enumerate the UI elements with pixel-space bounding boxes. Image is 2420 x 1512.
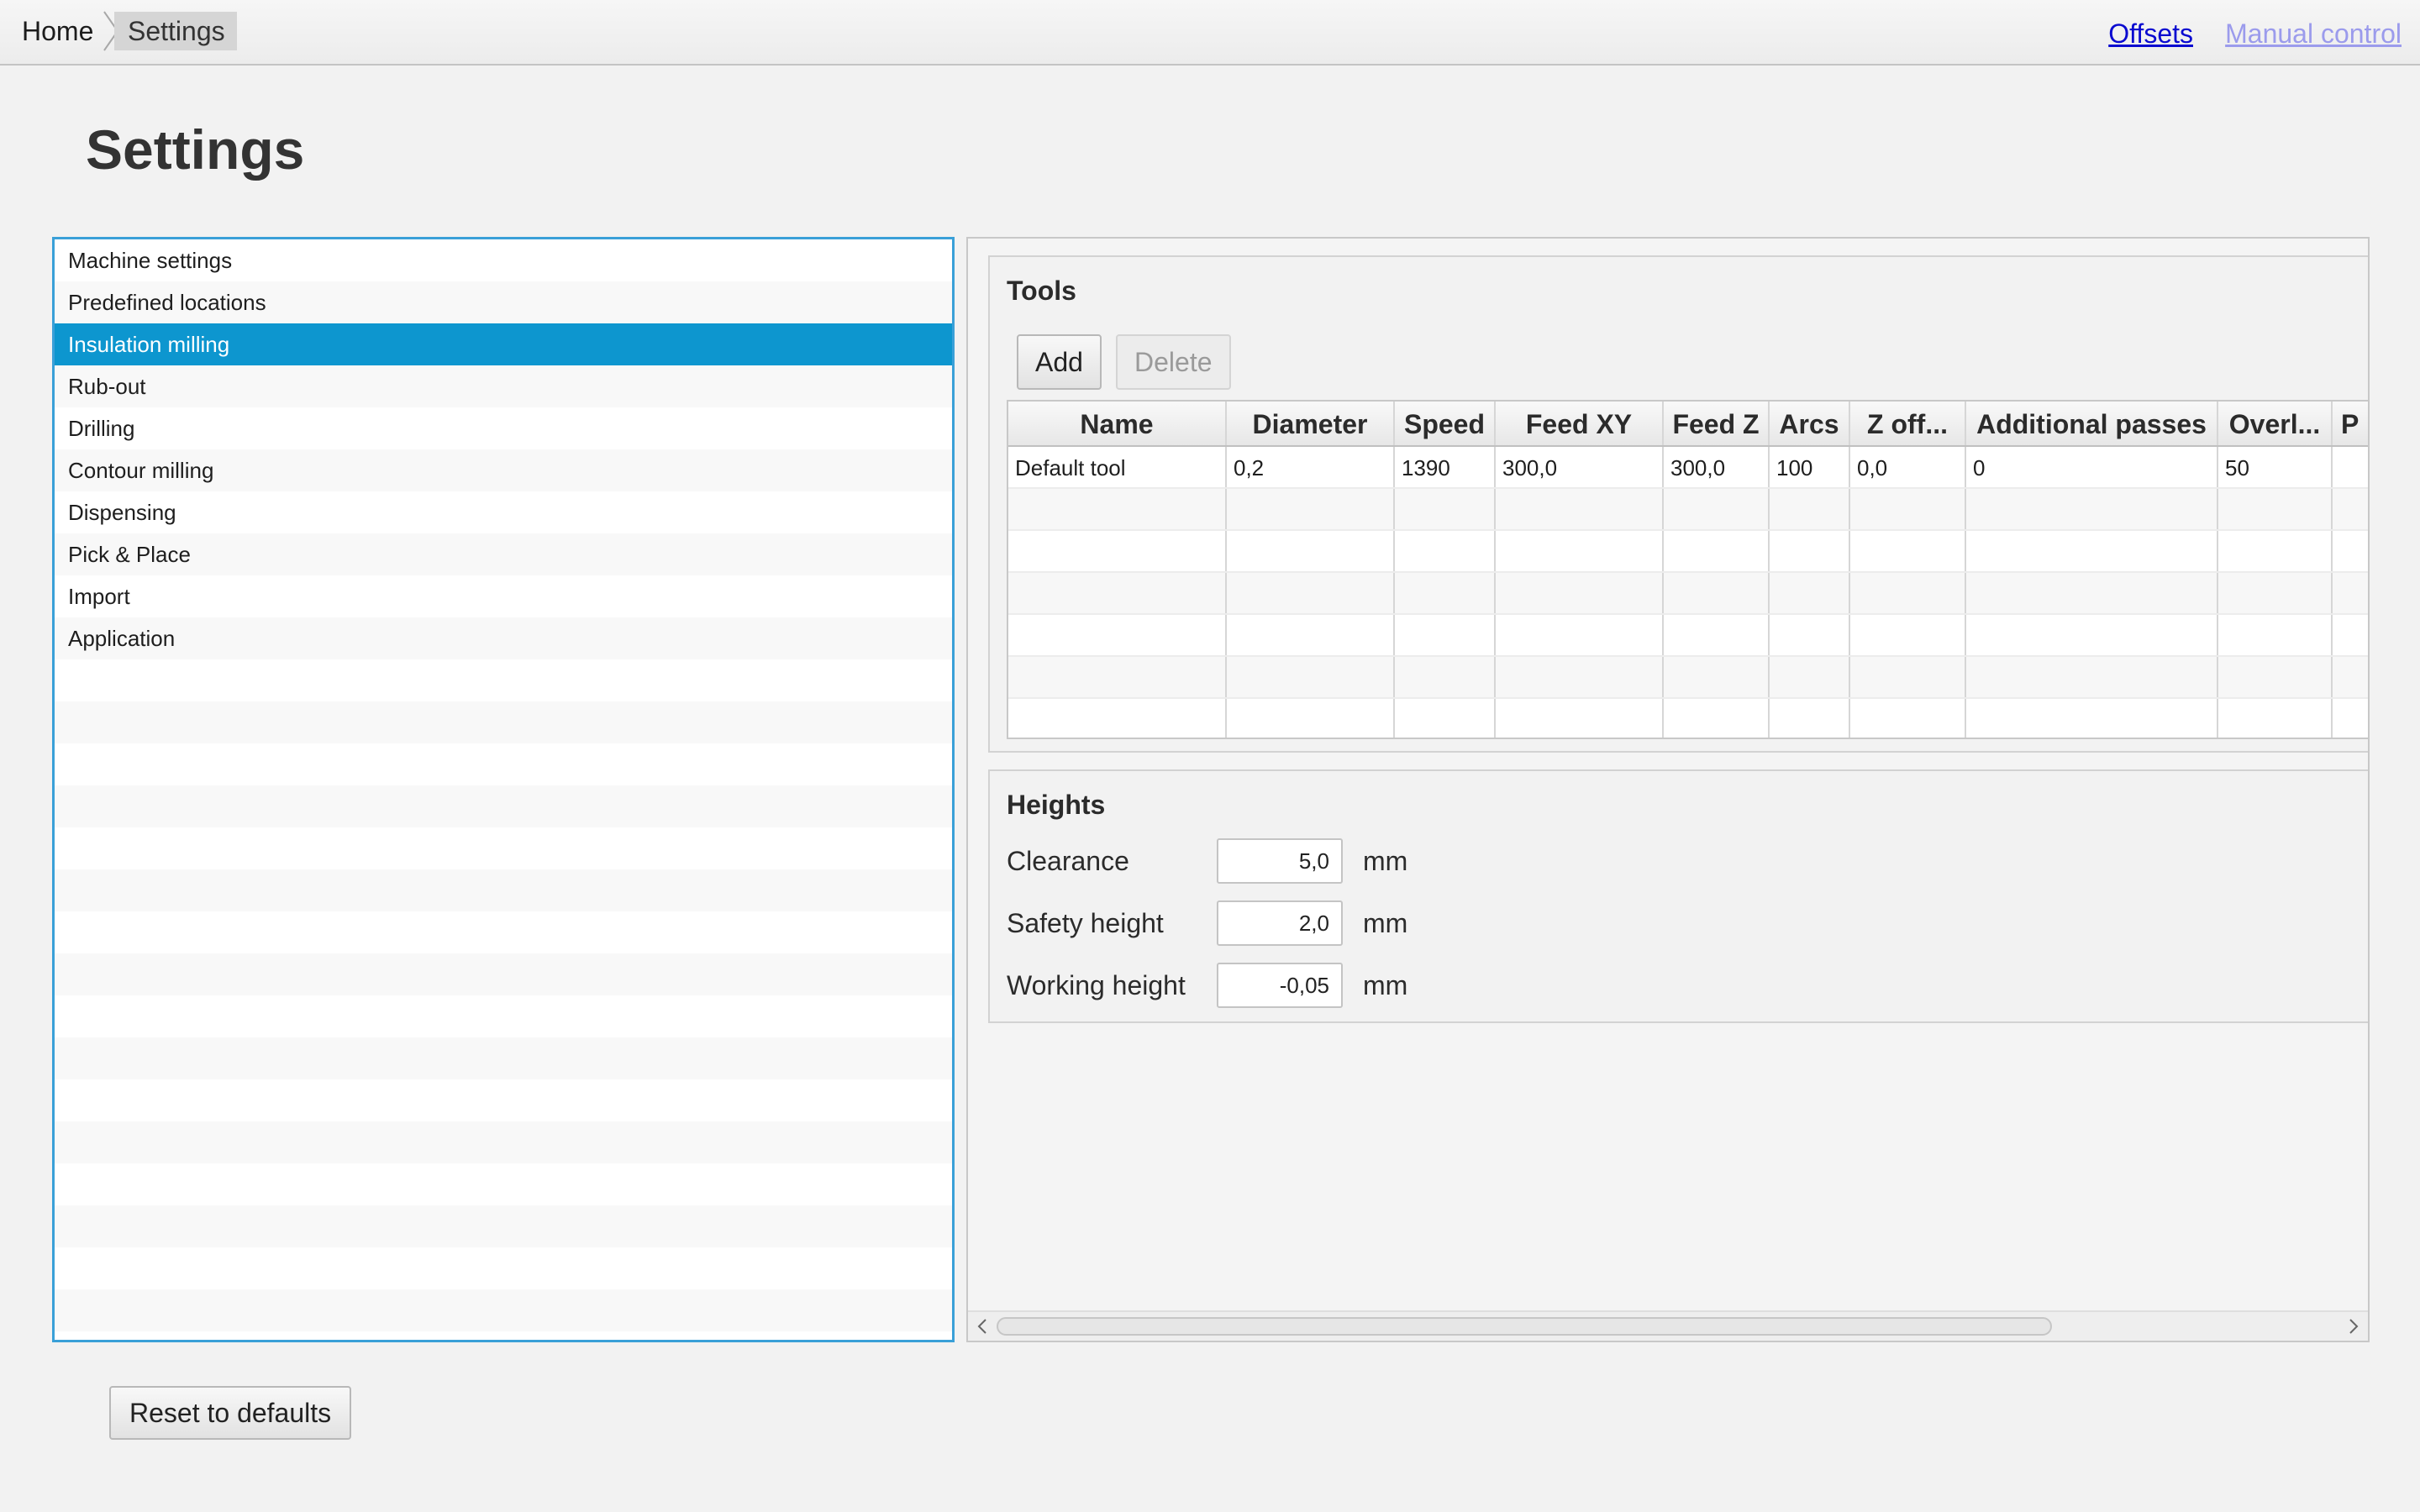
scrollbar-thumb[interactable] bbox=[997, 1317, 2052, 1336]
table-cell[interactable]: 50 bbox=[2218, 447, 2333, 487]
column-header-feed-xy[interactable]: Feed XY bbox=[1496, 402, 1664, 445]
safety-height-input[interactable] bbox=[1217, 900, 1343, 946]
empty-list-row bbox=[55, 827, 952, 869]
nav-item-predefined-locations[interactable]: Predefined locations bbox=[55, 281, 952, 323]
column-header-p[interactable]: P bbox=[2333, 402, 2368, 445]
tools-group: Tools Add Delete Name Diameter Speed Fee… bbox=[988, 255, 2368, 753]
add-tool-button[interactable]: Add bbox=[1017, 334, 1102, 390]
empty-table-row bbox=[1008, 573, 2368, 615]
delete-tool-button[interactable]: Delete bbox=[1116, 334, 1231, 390]
clearance-unit: mm bbox=[1363, 846, 1408, 876]
column-header-name[interactable]: Name bbox=[1008, 402, 1227, 445]
empty-list-row bbox=[55, 1121, 952, 1163]
reset-to-defaults-button[interactable]: Reset to defaults bbox=[109, 1386, 352, 1440]
empty-list-row bbox=[55, 1289, 952, 1331]
empty-list-row bbox=[55, 1163, 952, 1205]
empty-table-row bbox=[1008, 615, 2368, 657]
nav-item-rub-out[interactable]: Rub-out bbox=[55, 365, 952, 407]
heights-group: Heights Clearance mm Safety height mm Wo… bbox=[988, 769, 2368, 1023]
empty-list-row bbox=[55, 743, 952, 785]
nav-item-contour-milling[interactable]: Contour milling bbox=[55, 449, 952, 491]
working-height-label: Working height bbox=[1007, 970, 1186, 1000]
nav-item-pick-and-place[interactable]: Pick & Place bbox=[55, 533, 952, 575]
safety-height-label: Safety height bbox=[1007, 908, 1164, 938]
empty-list-row bbox=[55, 701, 952, 743]
tools-title: Tools bbox=[1007, 276, 1076, 306]
empty-list-row bbox=[55, 659, 952, 701]
table-cell[interactable]: 0,0 bbox=[1850, 447, 1966, 487]
table-cell[interactable]: 300,0 bbox=[1496, 447, 1664, 487]
working-height-unit: mm bbox=[1363, 970, 1408, 1000]
column-header-overlap[interactable]: Overl... bbox=[2218, 402, 2333, 445]
column-header-additional-passes[interactable]: Additional passes bbox=[1966, 402, 2218, 445]
nav-item-drilling[interactable]: Drilling bbox=[55, 407, 952, 449]
empty-list-row bbox=[55, 1247, 952, 1289]
nav-item-insulation-milling[interactable]: Insulation milling bbox=[55, 323, 952, 365]
nav-item-dispensing[interactable]: Dispensing bbox=[55, 491, 952, 533]
empty-list-row bbox=[55, 869, 952, 911]
table-cell[interactable]: 1390 bbox=[1395, 447, 1496, 487]
table-cell[interactable]: 100 bbox=[1770, 447, 1850, 487]
table-cell[interactable]: Default tool bbox=[1008, 447, 1227, 487]
empty-table-row bbox=[1008, 531, 2368, 573]
table-header-row: Name Diameter Speed Feed XY Feed Z Arcs … bbox=[1008, 402, 2368, 447]
nav-item-application[interactable]: Application bbox=[55, 617, 952, 659]
nav-item-machine-settings[interactable]: Machine settings bbox=[55, 239, 952, 281]
horizontal-scrollbar[interactable] bbox=[968, 1310, 2368, 1341]
scroll-right-icon[interactable] bbox=[2343, 1314, 2365, 1339]
table-row[interactable]: Default tool 0,2 1390 300,0 300,0 100 0,… bbox=[1008, 447, 2368, 489]
table-cell[interactable]: 0 bbox=[1966, 447, 2218, 487]
tools-table[interactable]: Name Diameter Speed Feed XY Feed Z Arcs … bbox=[1007, 400, 2368, 739]
column-header-feed-z[interactable]: Feed Z bbox=[1664, 402, 1770, 445]
breadcrumb-current: Settings bbox=[114, 12, 237, 50]
table-cell[interactable]: 0,2 bbox=[1227, 447, 1395, 487]
heights-title: Heights bbox=[1007, 790, 1106, 820]
table-cell[interactable] bbox=[2333, 447, 2368, 487]
empty-table-row bbox=[1008, 489, 2368, 531]
column-header-arcs[interactable]: Arcs bbox=[1770, 402, 1850, 445]
empty-list-row bbox=[55, 1205, 952, 1247]
table-body: Default tool 0,2 1390 300,0 300,0 100 0,… bbox=[1008, 447, 2368, 738]
column-header-diameter[interactable]: Diameter bbox=[1227, 402, 1395, 445]
top-bar: Home Settings Offsets Manual control bbox=[0, 0, 2420, 66]
empty-list-row bbox=[55, 1037, 952, 1079]
empty-list-row bbox=[55, 911, 952, 953]
empty-table-row bbox=[1008, 699, 2368, 738]
manual-control-link[interactable]: Manual control bbox=[2225, 15, 2402, 52]
empty-list-row bbox=[55, 995, 952, 1037]
nav-item-import[interactable]: Import bbox=[55, 575, 952, 617]
working-height-input[interactable] bbox=[1217, 963, 1343, 1008]
scroll-left-icon[interactable] bbox=[971, 1314, 993, 1339]
clearance-input[interactable] bbox=[1217, 838, 1343, 884]
table-cell[interactable]: 300,0 bbox=[1664, 447, 1770, 487]
breadcrumb-home[interactable]: Home bbox=[22, 12, 93, 50]
column-header-z-offset[interactable]: Z off... bbox=[1850, 402, 1966, 445]
empty-list-row bbox=[55, 785, 952, 827]
safety-height-unit: mm bbox=[1363, 908, 1408, 938]
clearance-label: Clearance bbox=[1007, 846, 1129, 876]
settings-detail-panel: Tools Add Delete Name Diameter Speed Fee… bbox=[966, 237, 2370, 1342]
settings-category-list[interactable]: Machine settings Predefined locations In… bbox=[52, 237, 955, 1342]
empty-list-row bbox=[55, 1079, 952, 1121]
empty-table-row bbox=[1008, 657, 2368, 699]
page-title: Settings bbox=[86, 118, 305, 181]
empty-list-row bbox=[55, 953, 952, 995]
offsets-link[interactable]: Offsets bbox=[2108, 15, 2193, 52]
column-header-speed[interactable]: Speed bbox=[1395, 402, 1496, 445]
